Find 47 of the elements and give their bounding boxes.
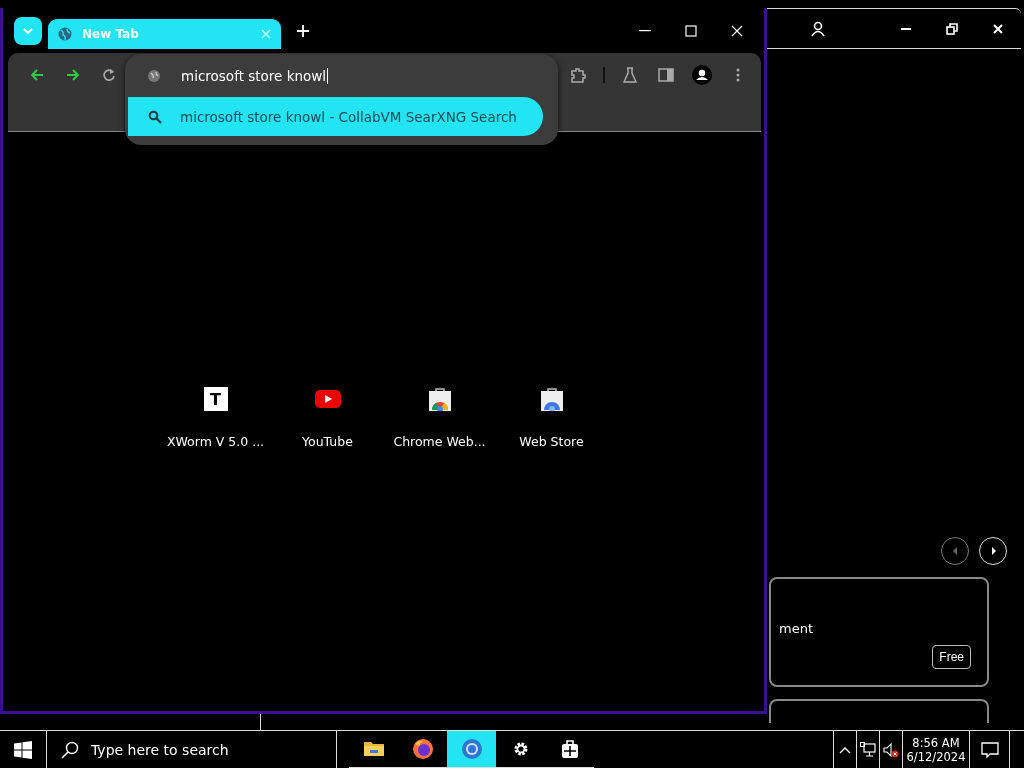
speech-bubble-icon: [980, 741, 999, 759]
search-field[interactable]: Type here to search: [89, 741, 323, 759]
flask-icon: [623, 67, 637, 83]
chevron-down-icon: [23, 27, 33, 34]
shortcut-tile[interactable]: Web Store: [495, 386, 608, 711]
search-icon: [148, 109, 162, 124]
clock[interactable]: 8:56 AM 6/12/2024: [902, 731, 970, 768]
shortcut-tile[interactable]: Chrome Web...: [383, 386, 496, 711]
fox-globe-icon: [411, 738, 434, 760]
back-icon: [30, 68, 44, 82]
chevron-up-icon: [839, 746, 851, 754]
minimize-icon: [639, 29, 651, 32]
store-bag-icon: [428, 387, 451, 411]
tab-search-button[interactable]: [14, 16, 42, 45]
avatar-icon: [692, 65, 712, 85]
restore-icon: [946, 22, 958, 35]
app-title: ment: [779, 621, 813, 636]
price-button[interactable]: Free: [932, 645, 971, 669]
close-icon: [992, 22, 1004, 35]
puzzle-icon: [570, 67, 586, 83]
side-panel-icon: [658, 68, 674, 82]
search-icon: [61, 741, 79, 759]
forward-icon: [66, 68, 80, 82]
reload-icon: [102, 68, 116, 82]
browser-icon: [460, 738, 483, 760]
address-field[interactable]: microsoft store knowl: [181, 67, 329, 84]
plus-icon: [297, 24, 309, 37]
shortcut-tile[interactable]: T XWorm V 5.0 ...: [159, 386, 272, 711]
site-icon: [147, 68, 161, 83]
suggestion-item[interactable]: microsoft store knowl - CollabVM SearXNG Search: [128, 97, 543, 136]
shortcut-tile[interactable]: YouTube: [271, 386, 384, 711]
network-icon: [860, 742, 876, 758]
menu-icon: [736, 68, 740, 82]
shortcut-icon: T: [203, 387, 228, 411]
globe-icon: [58, 26, 72, 41]
user-icon[interactable]: [810, 20, 826, 37]
app-card[interactable]: [769, 699, 989, 723]
minimize-icon: [901, 27, 911, 30]
windows-icon: [14, 741, 32, 759]
close-icon: [731, 24, 743, 37]
app-card[interactable]: ment Free: [769, 577, 989, 687]
next-button[interactable]: [979, 537, 1007, 565]
maximize-icon: [685, 24, 697, 37]
play-icon: [314, 390, 341, 408]
store-bag-icon: [540, 387, 563, 411]
speaker-muted-icon: [883, 742, 899, 758]
network-button[interactable]: [856, 731, 879, 768]
